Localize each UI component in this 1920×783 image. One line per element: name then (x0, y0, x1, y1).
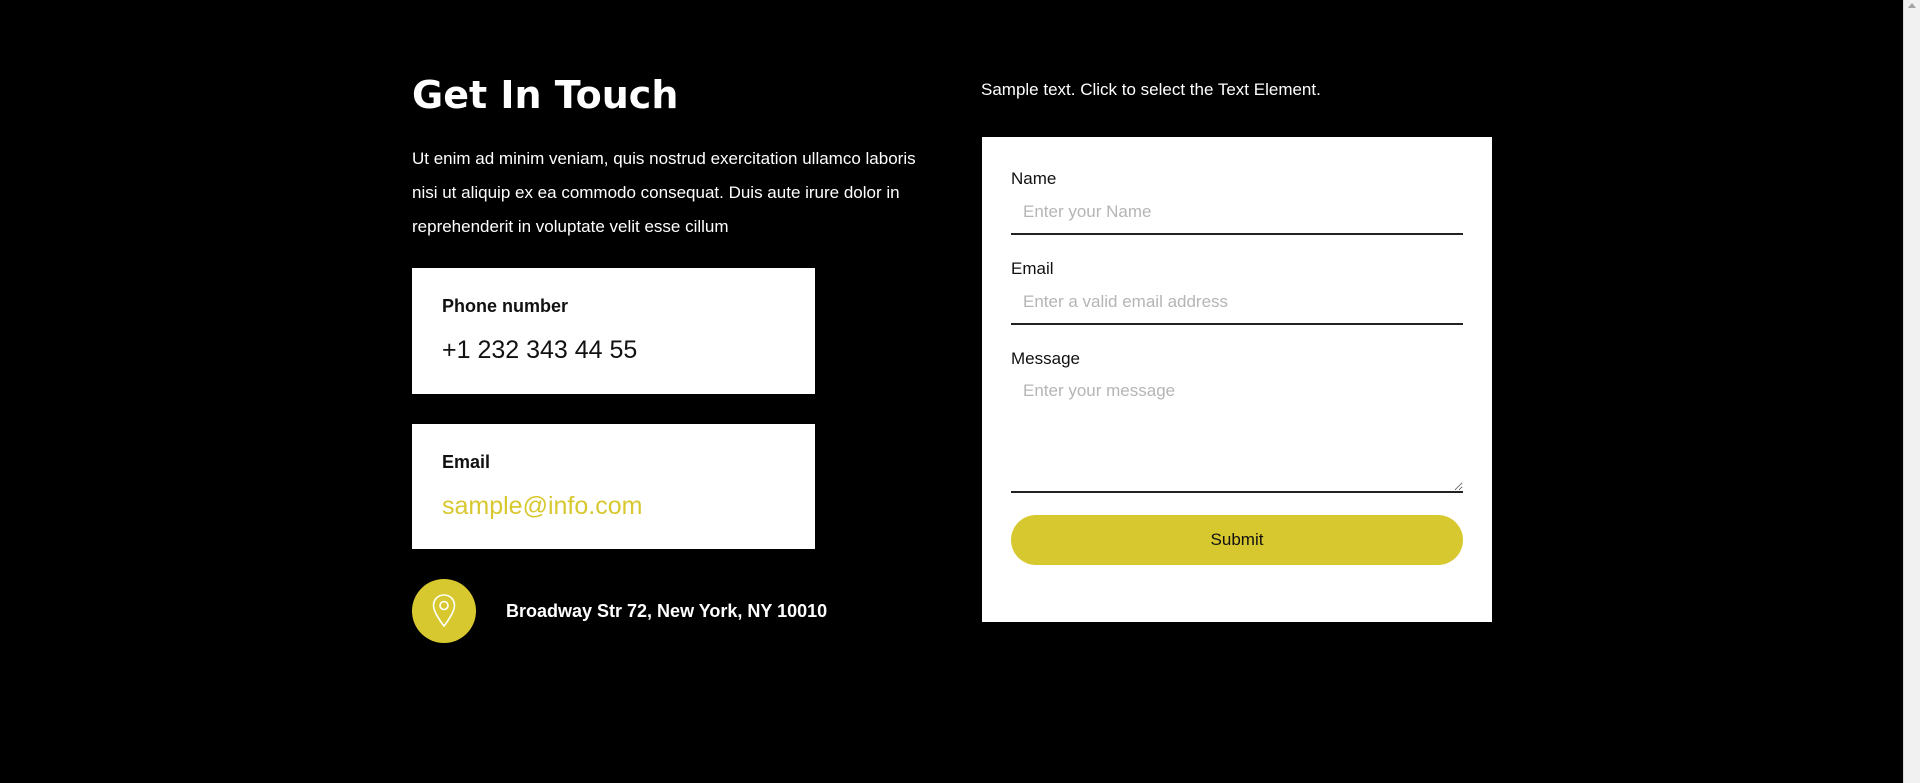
contact-info-section: Get In Touch Ut enim ad minim veniam, qu… (412, 70, 932, 244)
address-row: Broadway Str 72, New York, NY 10010 (412, 579, 827, 643)
name-label: Name (1011, 169, 1057, 188)
intro-text: Ut enim ad minim veniam, quis nostrud ex… (412, 149, 916, 236)
sample-text-note: Sample text. Click to select the Text El… (981, 80, 1321, 99)
message-textarea[interactable] (1011, 371, 1463, 493)
phone-number: +1 232 343 44 55 (442, 336, 638, 364)
email-label: Email (1011, 259, 1054, 278)
email-card: Email sample@info.com (412, 424, 815, 549)
email-input[interactable] (1011, 281, 1463, 325)
submit-button[interactable]: Submit (1011, 515, 1463, 565)
address-text: Broadway Str 72, New York, NY 10010 (506, 600, 828, 621)
phone-card: Phone number +1 232 343 44 55 (412, 268, 815, 394)
map-pin-icon (412, 579, 476, 643)
email-heading: Email (442, 452, 491, 472)
vertical-scrollbar[interactable] (1903, 0, 1920, 783)
email-link[interactable]: sample@info.com (442, 490, 785, 522)
message-label: Message (1011, 349, 1080, 368)
page-title: Get In Touch (412, 73, 679, 117)
contact-form: Name Email Message Submit (982, 137, 1492, 622)
scroll-up-arrow-icon[interactable] (1908, 3, 1916, 8)
contact-page: Get In Touch Ut enim ad minim veniam, qu… (0, 0, 1920, 783)
phone-heading: Phone number (442, 296, 569, 316)
name-input[interactable] (1011, 191, 1463, 235)
